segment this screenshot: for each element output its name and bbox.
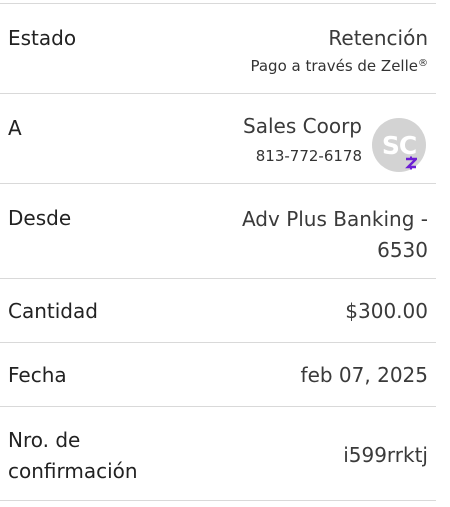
recipient-avatar: SC [372,118,426,172]
recipient-label: A [8,116,22,140]
recipient-row: A Sales Coorp 813-772-6178 SC [0,94,436,184]
confirmation-label-line1: Nro. de [8,428,81,452]
confirmation-label: Nro. de confirmación [8,425,138,487]
source-account-row: Desde Adv Plus Banking - 6530 [0,184,436,279]
source-account-name: Adv Plus Banking - [241,207,428,231]
zelle-z-icon [402,154,420,172]
payment-method-note: Pago a través de Zelle® [250,56,428,76]
source-account-number: 6530 [377,238,428,262]
estado-status: Retención [328,26,428,50]
registered-mark: ® [418,58,428,69]
payment-method-text: Pago a través de Zelle [250,57,418,75]
estado-row: Estado Retención Pago a través de Zelle® [0,4,436,94]
recipient-info: Sales Coorp 813-772-6178 [243,112,362,166]
confirmation-label-line2: confirmación [8,459,138,483]
estado-label: Estado [8,26,77,50]
amount-label: Cantidad [8,299,98,323]
recipient-name: Sales Coorp [243,114,362,138]
estado-value: Retención Pago a través de Zelle® [250,24,428,76]
date-row: Fecha feb 07, 2025 [0,343,436,407]
recipient-phone: 813-772-6178 [255,147,362,165]
source-account-label: Desde [8,206,72,230]
confirmation-row: Nro. de confirmación i599rrktj [0,407,436,501]
amount-row: Cantidad $300.00 [0,279,436,343]
source-account-value: Adv Plus Banking - 6530 [242,204,428,266]
confirmation-number: i599rrktj [343,443,428,467]
date-label: Fecha [8,363,67,387]
amount-value: $300.00 [345,299,428,323]
date-value: feb 07, 2025 [300,363,428,387]
